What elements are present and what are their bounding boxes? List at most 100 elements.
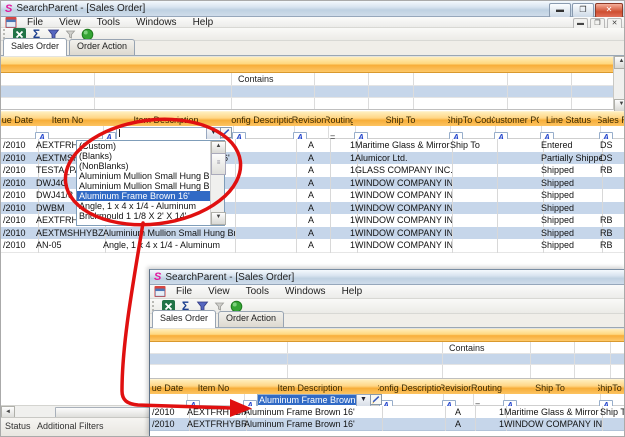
panel-divider (314, 73, 315, 85)
menu-item-tools[interactable]: Tools (238, 286, 277, 297)
filter-value-row[interactable] (1, 86, 613, 98)
cell (231, 177, 297, 191)
cell: RB (598, 227, 625, 241)
advanced-filter-icon[interactable] (220, 127, 232, 138)
cell (448, 239, 498, 253)
panel-divider (368, 98, 369, 109)
scroll-up-icon[interactable]: ▲ (614, 56, 625, 69)
panel-divider (368, 86, 369, 97)
mdi-child-icon (154, 286, 166, 297)
tab-order-action[interactable]: Order Action (218, 311, 284, 327)
menu-bar: FileViewToolsWindowsHelp ▬ ❐ ✕ (1, 17, 625, 28)
tab-strip: Sales OrderOrder Action (1, 41, 625, 56)
dropdown-item[interactable]: (Custom) (77, 141, 211, 151)
grid-rows: /2010AEXTFRHYBRAluminum Frame Brown 16'A… (150, 406, 625, 430)
panel-divider (287, 354, 288, 364)
filter-cell: A (292, 126, 329, 140)
menu-item-windows[interactable]: Windows (277, 286, 334, 297)
filter-cell: A (598, 126, 625, 140)
panel-divider (442, 354, 443, 364)
minimize-button[interactable]: ▬ (549, 3, 571, 18)
cell (231, 152, 297, 166)
menu-item-view[interactable]: View (51, 17, 89, 28)
menu-item-file[interactable]: File (19, 17, 51, 28)
tab-strip: Sales OrderOrder Action (150, 314, 625, 328)
filter-operator-label: Contains (449, 343, 485, 353)
cell: Shipped (539, 177, 603, 191)
item-description-dropdown[interactable]: (Custom)(Blanks)(NonBlanks)Aluminium Mul… (76, 140, 225, 226)
panel-divider (571, 86, 572, 97)
filter-cell (1, 126, 37, 140)
panel-divider (574, 342, 575, 353)
title-bar[interactable]: S SearchParent - [Sales Order] (150, 270, 625, 285)
table-row[interactable]: /2010AEXTFRHYBRAluminum Frame Brown 16'A… (150, 418, 625, 431)
menu-item-help[interactable]: Help (334, 286, 371, 297)
horizontal-scrollbar[interactable]: ◄ (1, 405, 149, 417)
cell: Shipped (539, 214, 603, 228)
cell: AEXTMSHHYBZ (34, 227, 106, 241)
menu-bar: FileViewToolsWindowsHelp (150, 285, 625, 299)
cell (231, 202, 297, 216)
table-row[interactable]: /2010AEXTMSHHYBZAluminium Mullion Small … (1, 227, 625, 241)
panel-divider (368, 73, 369, 85)
menu-item-windows[interactable]: Windows (128, 17, 185, 28)
dropdown-scrollbar[interactable]: ▲ ≡ ▼ (210, 141, 224, 225)
window-title: SearchParent - [Sales Order] (16, 3, 145, 14)
cell: DS (598, 152, 625, 166)
filter-operator-row: Contains (150, 342, 625, 354)
dropdown-item[interactable]: (Blanks) (77, 151, 211, 161)
dropdown-item[interactable]: (NonBlanks) (77, 161, 211, 171)
cell: Aluminum Frame Brown 16' (242, 418, 383, 431)
child-window: S SearchParent - [Sales Order] FileViewT… (149, 269, 625, 437)
cell: Aluminium Mullion Small Hung Bronze 16' (101, 227, 236, 241)
cell (231, 139, 297, 153)
menu-item-file[interactable]: File (168, 286, 200, 297)
tab-order-action[interactable]: Order Action (69, 39, 135, 55)
dropdown-item[interactable]: Brickmould 1 1/8 X 2' X 14' (77, 211, 211, 221)
filter-cell: A (231, 126, 295, 140)
panel-divider (231, 98, 232, 109)
menu-item-tools[interactable]: Tools (89, 17, 128, 28)
table-row[interactable]: /2010AN-05Angle, 1 x 4 x 1/4 - AluminumA… (1, 239, 625, 253)
filter-operator-row: Contains (1, 73, 613, 86)
cell (493, 139, 544, 153)
tab-sales-order[interactable]: Sales Order (3, 38, 67, 56)
filter-cell: A (448, 126, 496, 140)
filter-panel-scrollbar[interactable]: ▲ ▼ (613, 56, 625, 110)
menu-item-view[interactable]: View (200, 286, 238, 297)
grid-header-row: ue DateItem NoItem DescriptionConfig Des… (1, 111, 625, 126)
filter-empty-row (1, 98, 613, 110)
dropdown-item[interactable]: Aluminium Mullion Small Hung Brown 16' (77, 181, 211, 191)
tab-sales-order[interactable]: Sales Order (152, 310, 216, 328)
cell: Partially Shipped (539, 152, 603, 166)
scroll-thumb[interactable]: ≡ (211, 153, 226, 175)
cell: WINDOW COMPANY INC. (353, 189, 453, 203)
cell: WINDOW COMPANY INC. (502, 418, 603, 431)
scroll-down-icon[interactable]: ▼ (211, 212, 226, 225)
advanced-filter-icon[interactable] (370, 394, 382, 405)
panel-divider (231, 86, 232, 97)
cell (493, 227, 544, 241)
cell (598, 189, 625, 203)
cell: DS (598, 139, 625, 153)
restore-button[interactable]: ❐ (572, 3, 594, 18)
filter-cell: A (353, 126, 451, 140)
cell (231, 214, 297, 228)
title-bar[interactable]: S SearchParent - [Sales Order] ▬ ❐ ✕ (1, 1, 625, 17)
cell (493, 177, 544, 191)
filter-value-row[interactable] (150, 354, 625, 365)
dropdown-item[interactable]: Angle, 1 x 4 x 1/4 - Aluminum (77, 201, 211, 211)
menu-item-help[interactable]: Help (185, 17, 222, 28)
cell: RB (598, 239, 625, 253)
cell (598, 418, 625, 431)
dropdown-item[interactable]: Aluminum Frame Brown 16' (77, 191, 211, 201)
close-button[interactable]: ✕ (595, 3, 623, 18)
cell: Maritime Glass & Mirror Ltd. (353, 139, 453, 153)
cell (448, 202, 498, 216)
panel-divider (442, 365, 443, 378)
mdi-child-icon (5, 17, 17, 28)
cell (493, 214, 544, 228)
panel-divider (610, 365, 611, 378)
dropdown-item[interactable]: Aluminium Mullion Small Hung Bronze 16' (77, 171, 211, 181)
cell (231, 227, 297, 241)
